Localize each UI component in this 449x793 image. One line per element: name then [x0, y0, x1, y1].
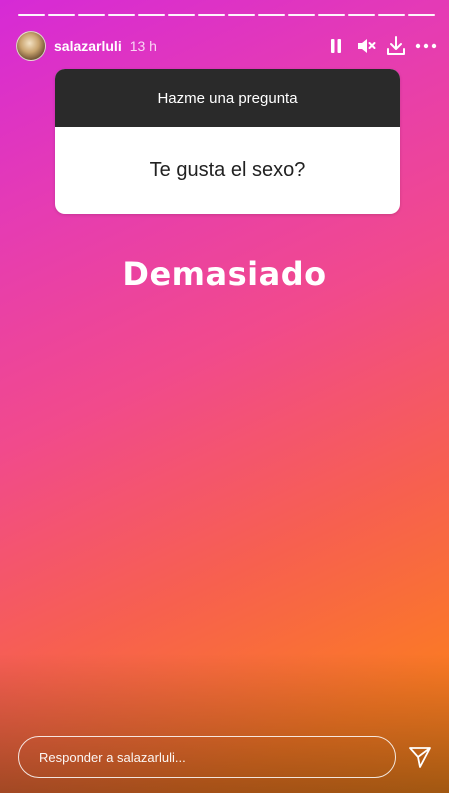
progress-segment	[408, 14, 435, 16]
progress-segment	[348, 14, 375, 16]
progress-segment	[18, 14, 45, 16]
more-icon[interactable]	[415, 35, 437, 57]
question-sticker-title: Hazme una pregunta	[55, 69, 400, 127]
reply-input[interactable]	[18, 736, 396, 778]
progress-segment	[258, 14, 285, 16]
question-sticker: Hazme una pregunta Te gusta el sexo?	[55, 69, 400, 214]
username[interactable]: salazarluli	[54, 38, 122, 54]
progress-segment	[48, 14, 75, 16]
story-progress-bar	[18, 14, 435, 16]
story-header: salazarluli 13 h	[16, 28, 437, 64]
progress-segment	[198, 14, 225, 16]
answer-text: Demasiado	[122, 255, 327, 293]
story-controls	[325, 35, 437, 57]
reply-bar	[18, 735, 433, 779]
download-icon[interactable]	[385, 35, 407, 57]
progress-segment	[228, 14, 255, 16]
story-view[interactable]: salazarluli 13 h Hazme una pregunta Te g…	[0, 0, 449, 793]
pause-icon[interactable]	[325, 35, 347, 57]
progress-segment	[318, 14, 345, 16]
question-text: Te gusta el sexo?	[149, 159, 306, 181]
progress-segment	[108, 14, 135, 16]
send-icon[interactable]	[407, 744, 433, 770]
post-time: 13 h	[129, 38, 157, 54]
progress-segment	[288, 14, 315, 16]
avatar[interactable]	[16, 31, 46, 61]
progress-segment	[138, 14, 165, 16]
progress-segment	[378, 14, 405, 16]
progress-segment	[168, 14, 195, 16]
mute-icon[interactable]	[355, 35, 377, 57]
progress-segment	[78, 14, 105, 16]
